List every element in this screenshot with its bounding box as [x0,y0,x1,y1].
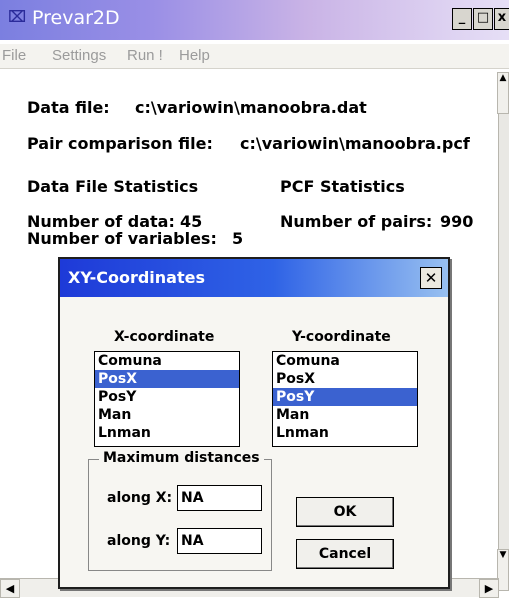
y-coordinate-list-item[interactable]: Man [273,406,417,424]
vertical-scrollbar[interactable]: ▲ ▼ [497,72,509,591]
pcf-stats-title: PCF Statistics [280,177,405,196]
cancel-button[interactable]: Cancel [296,539,394,569]
data-file-label: Data file: [27,98,110,117]
x-coordinate-header: X-coordinate [114,329,215,345]
menu-file[interactable]: File [2,47,26,64]
menu-bar: File Settings Run ! Help [0,44,509,69]
along-y-input[interactable]: NA [177,528,262,554]
group-title: Maximum distances [99,450,264,466]
y-coordinate-list-item[interactable]: Comuna [273,352,417,370]
minimize-button[interactable]: _ [452,8,472,30]
scroll-right-button[interactable]: ▶ [479,579,499,598]
maximize-button[interactable]: □ [473,8,493,30]
x-coordinate-listbox[interactable]: Comuna PosX PosY Man Lnman [94,351,240,447]
data-file-value: c:\variowin\manoobra.dat [135,98,367,117]
data-stats-title: Data File Statistics [27,177,199,196]
menu-run[interactable]: Run ! [127,47,163,64]
y-coordinate-list-item[interactable]: PosX [273,370,417,388]
pair-file-label: Pair comparison file: [27,134,213,153]
ok-button[interactable]: OK [296,497,394,527]
num-vars-label: Number of variables: [27,229,217,248]
dialog-title: XY-Coordinates [68,268,205,287]
scroll-up-button[interactable]: ▲ [497,72,509,114]
sigma-icon: ⌧ [8,7,27,26]
x-coordinate-list-item[interactable]: PosX [95,370,239,388]
window-title: Prevar2D [32,7,120,29]
xy-coordinates-dialog: XY-Coordinates ✕ X-coordinate Y-coordina… [58,257,450,589]
along-y-label: along Y: [107,533,171,549]
along-x-input[interactable]: NA [177,485,262,511]
menu-help[interactable]: Help [179,47,210,64]
window-title-bar: ⌧ Prevar2D _ □ x [0,0,509,40]
y-coordinate-listbox[interactable]: Comuna PosX PosY Man Lnman [272,351,418,447]
x-coordinate-list-item[interactable]: Man [95,406,239,424]
x-coordinate-list-item[interactable]: PosY [95,388,239,406]
menu-settings[interactable]: Settings [52,47,106,64]
num-pairs-label: Number of pairs: [280,212,433,231]
x-coordinate-list-item[interactable]: Lnman [95,424,239,442]
num-pairs-value: 990 [440,212,474,231]
num-vars-value: 5 [232,229,244,248]
y-coordinate-list-item[interactable]: Lnman [273,424,417,442]
close-button[interactable]: x [494,8,509,30]
pair-file-value: c:\variowin\manoobra.pcf [240,134,470,153]
x-coordinate-list-item[interactable]: Comuna [95,352,239,370]
scroll-left-button[interactable]: ◀ [0,579,20,598]
maximum-distances-group: Maximum distances along X: NA along Y: N… [88,450,272,571]
dialog-close-button[interactable]: ✕ [420,267,442,289]
dialog-title-bar: XY-Coordinates ✕ [60,259,448,297]
y-coordinate-list-item[interactable]: PosY [273,388,417,406]
along-x-label: along X: [107,490,173,506]
y-coordinate-header: Y-coordinate [292,329,391,345]
